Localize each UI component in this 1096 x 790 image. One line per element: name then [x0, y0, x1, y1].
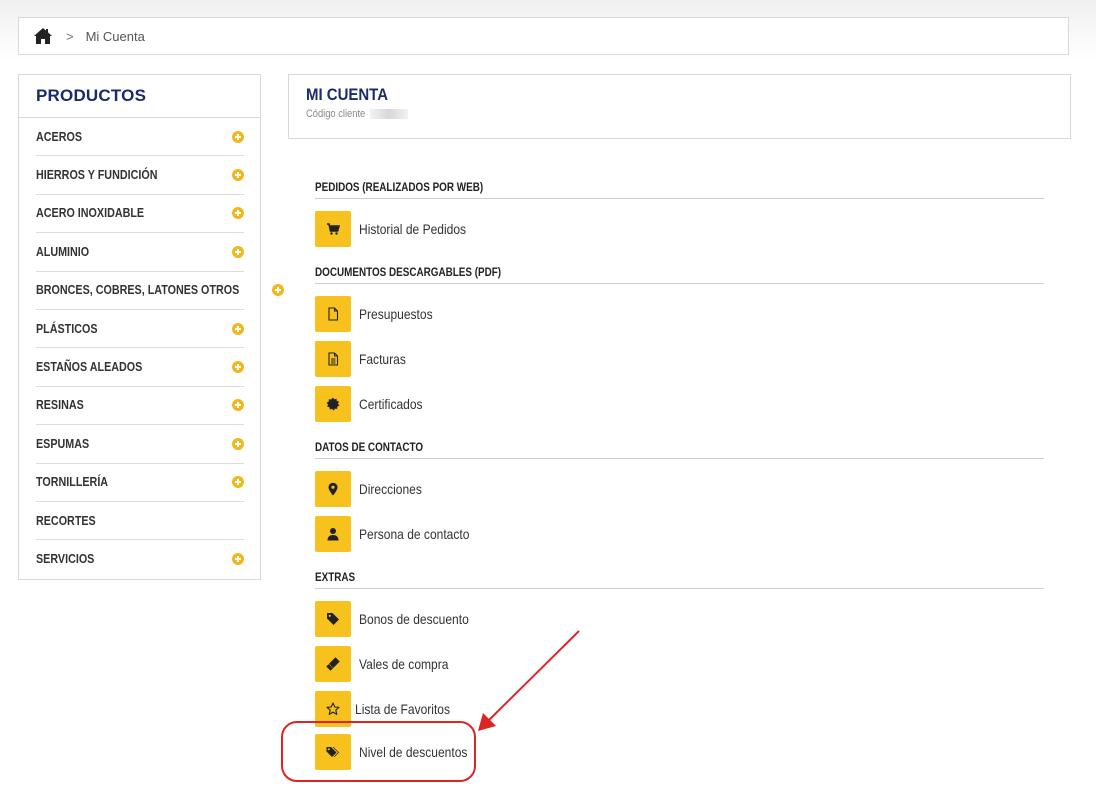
link-invoices[interactable]: Facturas	[315, 341, 413, 377]
plus-circle-icon[interactable]	[232, 130, 244, 143]
sidebar-item-label: PLÁSTICOS	[36, 321, 98, 336]
link-label[interactable]: Certificados	[359, 396, 423, 412]
sidebar-item-label: ACEROS	[36, 129, 82, 144]
sidebar-item-acero-inoxidable[interactable]: ACERO INOXIDABLE	[36, 195, 244, 234]
client-code: Código cliente	[306, 108, 1070, 120]
section-heading-contact: DATOS DE CONTACTO	[315, 442, 1044, 459]
link-label[interactable]: Persona de contacto	[359, 526, 469, 542]
breadcrumb-separator: >	[66, 28, 74, 44]
breadcrumb: > Mi Cuenta	[18, 17, 1069, 55]
sidebar-item-aluminio[interactable]: ALUMINIO	[36, 233, 244, 272]
breadcrumb-current: Mi Cuenta	[85, 28, 145, 44]
sidebar-item-plasticos[interactable]: PLÁSTICOS	[36, 310, 244, 349]
map-marker-icon[interactable]	[315, 471, 351, 507]
sidebar-item-label: HIERROS Y FUNDICIÓN	[36, 168, 158, 183]
sidebar-item-tornilleria[interactable]: TORNILLERÍA	[36, 464, 244, 502]
cart-icon[interactable]	[315, 211, 351, 247]
plus-circle-icon[interactable]	[272, 284, 285, 297]
plus-circle-icon[interactable]	[232, 437, 244, 450]
ticket-icon[interactable]	[315, 646, 351, 682]
link-label[interactable]: Bonos de descuento	[359, 611, 469, 627]
sidebar-item-espumas[interactable]: ESPUMAS	[36, 425, 244, 464]
sidebar-item-recortes[interactable]: RECORTES	[36, 502, 244, 541]
link-contact-person[interactable]: Persona de contacto	[315, 516, 487, 552]
link-label[interactable]: Direcciones	[359, 481, 422, 497]
section-heading-text: DOCUMENTOS DESCARGABLES (PDF)	[315, 267, 502, 279]
sidebar-item-estanos[interactable]: ESTAÑOS ALEADOS	[36, 348, 244, 387]
link-addresses[interactable]: Direcciones	[315, 471, 432, 507]
sidebar-item-label: ACERO INOXIDABLE	[36, 206, 145, 221]
sidebar-item-label: ALUMINIO	[36, 244, 90, 259]
annotation-arrow	[478, 630, 580, 731]
link-purchase-vouchers[interactable]: Vales de compra	[315, 646, 463, 682]
plus-circle-icon[interactable]	[232, 207, 244, 220]
file-icon[interactable]	[315, 296, 351, 332]
link-label[interactable]: Facturas	[359, 351, 406, 367]
annotation-highlight-box	[281, 721, 476, 782]
link-label[interactable]: Presupuestos	[359, 306, 433, 322]
plus-circle-icon[interactable]	[232, 476, 244, 489]
sidebar-item-label: TORNILLERÍA	[36, 475, 109, 490]
sidebar-item-label: SERVICIOS	[36, 552, 95, 567]
sidebar-item-label: RESINAS	[36, 398, 84, 413]
account-header: MI CUENTA Código cliente	[288, 74, 1071, 139]
client-code-label: Código cliente	[306, 108, 366, 120]
sidebar-item-hierros[interactable]: HIERROS Y FUNDICIÓN	[36, 156, 244, 195]
plus-circle-icon[interactable]	[232, 245, 244, 258]
sidebar-item-aceros[interactable]: ACEROS	[36, 118, 244, 157]
sidebar-item-resinas[interactable]: RESINAS	[36, 387, 244, 426]
plus-circle-icon[interactable]	[232, 361, 244, 374]
plus-circle-icon[interactable]	[232, 169, 244, 182]
section-heading-orders: PEDIDOS (REALIZADOS POR WEB)	[315, 182, 1044, 199]
section-heading-extras: EXTRAS	[315, 572, 1044, 589]
section-heading-documents: DOCUMENTOS DESCARGABLES (PDF)	[315, 267, 1044, 284]
sidebar-list: ACEROS HIERROS Y FUNDICIÓN ACERO INOXIDA…	[19, 118, 285, 579]
tag-icon[interactable]	[315, 601, 351, 637]
client-code-redacted	[369, 109, 408, 119]
page-title: MI CUENTA	[306, 85, 389, 104]
link-label[interactable]: Historial de Pedidos	[359, 221, 466, 237]
link-discount-vouchers[interactable]: Bonos de descuento	[315, 601, 487, 637]
certificate-icon[interactable]	[315, 386, 351, 422]
plus-circle-icon[interactable]	[232, 399, 244, 412]
link-label[interactable]: Vales de compra	[359, 656, 448, 672]
plus-circle-icon[interactable]	[232, 553, 244, 566]
link-order-history[interactable]: Historial de Pedidos	[315, 211, 484, 247]
section-heading-text: EXTRAS	[315, 572, 356, 584]
sidebar-title: PRODUCTOS	[19, 75, 260, 118]
plus-circle-icon[interactable]	[232, 322, 244, 335]
link-quotes[interactable]: Presupuestos	[315, 296, 445, 332]
link-label[interactable]: Lista de Favoritos	[355, 701, 450, 717]
user-icon[interactable]	[315, 516, 351, 552]
sidebar-item-label: RECORTES	[36, 513, 96, 528]
link-certificates[interactable]: Certificados	[315, 386, 433, 422]
sidebar-item-label: ESTAÑOS ALEADOS	[36, 360, 143, 375]
section-heading-text: PEDIDOS (REALIZADOS POR WEB)	[315, 182, 484, 194]
sidebar-item-bronces[interactable]: BRONCES, COBRES, LATONES OTROS	[36, 272, 285, 310]
file-text-icon[interactable]	[315, 341, 351, 377]
sidebar-item-label: BRONCES, COBRES, LATONES OTROS	[36, 283, 240, 298]
products-sidebar: PRODUCTOS ACEROS HIERROS Y FUNDICIÓN ACE…	[18, 74, 285, 580]
sidebar-item-servicios[interactable]: SERVICIOS	[36, 540, 244, 578]
home-icon[interactable]	[33, 27, 53, 45]
section-heading-text: DATOS DE CONTACTO	[315, 442, 424, 454]
sidebar-item-label: ESPUMAS	[36, 436, 90, 451]
